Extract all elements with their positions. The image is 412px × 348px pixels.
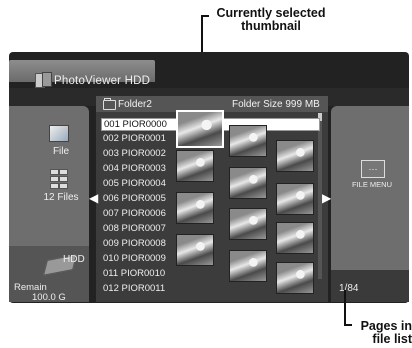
file-row[interactable]: 007 PIOR0006 [103, 208, 171, 220]
hdd-label: HDD [63, 254, 85, 265]
file-row[interactable]: 004 PIOR0003 [103, 163, 171, 175]
file-row[interactable]: 006 PIOR0005 [103, 193, 171, 205]
file-label: 001 PIOR0000 [104, 119, 167, 130]
file-label: 004 PIOR0003 [103, 163, 166, 174]
page-count: 1/84 [339, 283, 359, 294]
file-row[interactable]: 010 PIOR0009 [103, 253, 171, 265]
callout-selected-thumbnail: Currently selected thumbnail [216, 6, 326, 34]
thumbnail[interactable] [276, 262, 314, 294]
thumbnail[interactable] [176, 150, 214, 182]
photoviewer-icon [35, 72, 53, 88]
thumbnail[interactable] [176, 192, 214, 224]
file-row[interactable]: 008 PIOR0007 [103, 223, 171, 235]
thumbnail[interactable] [276, 140, 314, 172]
thumbnail[interactable] [229, 167, 267, 199]
file-label: File [52, 146, 70, 157]
file-menu-icon[interactable]: ··· [361, 160, 385, 178]
file-label: 011 PIOR0010 [103, 268, 166, 279]
file-label: 009 PIOR0008 [103, 238, 166, 249]
thumbnail[interactable] [176, 234, 214, 266]
list-scrollbar[interactable] [318, 113, 322, 279]
folder-icon [103, 98, 116, 110]
file-grid-icon [50, 169, 68, 189]
folder-size: Folder Size 999 MB [232, 99, 320, 110]
file-row[interactable]: 009 PIOR0008 [103, 238, 171, 250]
arrow-left-icon[interactable]: ◀ [89, 192, 98, 204]
callout-pages-in-file-list: Pages in file list [360, 319, 412, 347]
file-menu-button[interactable]: FILE MENU [346, 180, 398, 190]
file-row[interactable]: 002 PIOR0001 [103, 133, 171, 145]
thumbnail[interactable] [229, 250, 267, 282]
file-row[interactable]: 011 PIOR0010 [103, 268, 171, 280]
file-label: 010 PIOR0009 [103, 253, 166, 264]
thumbnail[interactable] [276, 183, 314, 215]
file-row[interactable]: 005 PIOR0004 [103, 178, 171, 190]
callout-leader-line [344, 290, 346, 326]
file-label: 003 PIOR0002 [103, 148, 166, 159]
image-icon [49, 125, 69, 142]
file-label: 006 PIOR0005 [103, 193, 166, 204]
file-row[interactable]: 003 PIOR0002 [103, 148, 171, 160]
file-label: 002 PIOR0001 [103, 133, 166, 144]
file-label: 005 PIOR0004 [103, 178, 166, 189]
thumbnail-selected[interactable] [176, 110, 224, 148]
folder-name: Folder2 [118, 99, 152, 110]
thumbnail[interactable] [229, 125, 267, 157]
file-label: 012 PIOR0011 [103, 283, 166, 294]
thumbnail[interactable] [229, 208, 267, 240]
remain-value: 100.0 G [32, 292, 66, 303]
file-row[interactable]: 012 PIOR0011 [103, 283, 171, 295]
files-count: 12 Files [43, 192, 79, 203]
app-title: PhotoViewer HDD [54, 75, 151, 87]
arrow-right-icon[interactable]: ▶ [322, 192, 331, 204]
file-label: 008 PIOR0007 [103, 223, 166, 234]
thumbnail[interactable] [276, 222, 314, 254]
file-label: 007 PIOR0006 [103, 208, 166, 219]
